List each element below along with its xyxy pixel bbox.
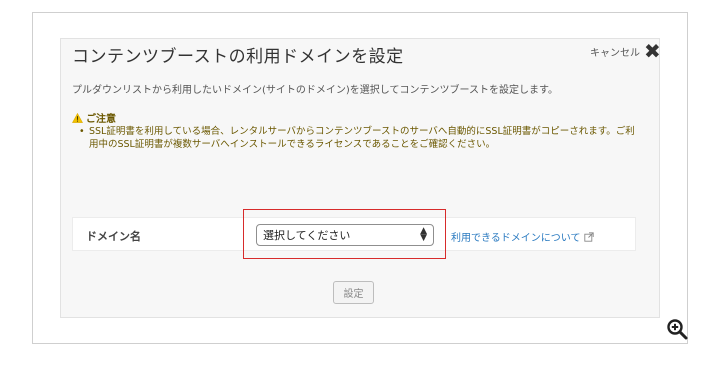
warning-icon [72,112,83,123]
cancel-button[interactable]: キャンセル ✖ [590,39,661,63]
notice-heading: ご注意 [72,110,116,125]
close-icon: ✖ [644,39,661,63]
zoom-in-icon[interactable] [666,318,688,340]
domain-settings-dialog [60,38,660,318]
bullet: • [79,126,85,137]
available-domains-link-text: 利用できるドメインについて [451,233,581,244]
set-button[interactable]: 設定 [333,281,374,304]
notice-heading-text: ご注意 [86,114,116,125]
cancel-label: キャンセル [590,47,640,59]
select-arrows-icon: ▲ ▼ [420,226,427,243]
external-link-icon [583,231,594,242]
domain-select[interactable]: 選択してください ▲ ▼ [256,224,434,246]
notice-text: SSL証明書を利用している場合、レンタルサーバからコンテンツブーストのサーバへ自… [89,126,635,150]
dialog-description: プルダウンリストから利用したいドメイン(サイトのドメイン)を選択してコンテンツブ… [72,85,559,96]
domain-label: ドメイン名 [86,230,141,243]
notice-list-item: • SSL証明書を利用している場合、レンタルサーバからコンテンツブーストのサーバ… [79,125,639,151]
available-domains-link[interactable]: 利用できるドメインについて [451,229,594,244]
dialog-title: コンテンツブーストの利用ドメインを設定 [72,47,404,67]
domain-select-value: 選択してください [263,229,351,242]
